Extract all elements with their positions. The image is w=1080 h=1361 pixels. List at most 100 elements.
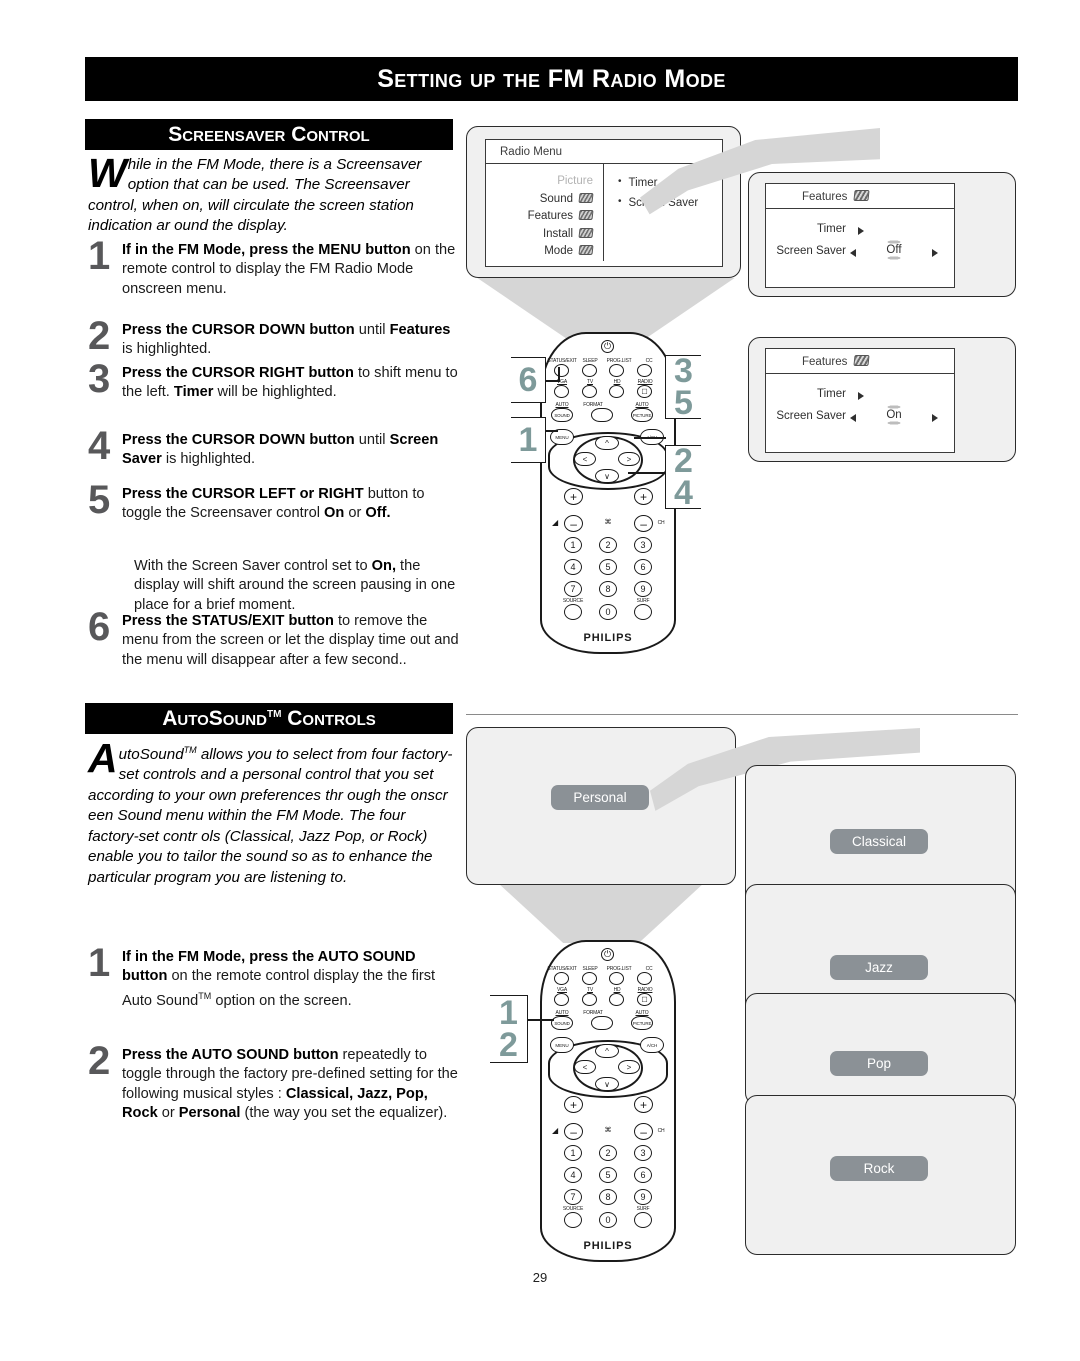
key-9[interactable]: 9 [634,1189,652,1205]
minus-icon: – [570,1124,577,1139]
radio-button[interactable]: ☐ [637,993,652,1006]
menu-button[interactable]: MENU [550,1037,574,1053]
key-0[interactable]: 0 [599,1212,617,1228]
cc-button[interactable] [637,972,652,985]
radio-button[interactable]: ☐ [637,385,652,398]
sleep-button[interactable] [582,972,597,985]
radio-menu-item-install[interactable]: Install [486,226,594,244]
format-button[interactable] [591,408,613,422]
hd-button[interactable] [609,385,624,398]
vga-button[interactable] [554,385,569,398]
features-on-title: Features [766,349,954,374]
key-1[interactable]: 1 [564,537,582,553]
source-button[interactable] [564,1212,582,1228]
key-6[interactable]: 6 [634,1167,652,1183]
callout-number: 1 [499,994,518,1032]
cursor-left-button[interactable]: < [574,1060,596,1074]
cursor-down-button[interactable]: ∨ [595,469,619,483]
power-icon: ⏻ [603,949,612,959]
key-8[interactable]: 8 [599,1189,617,1205]
tv-button[interactable] [582,993,597,1006]
channel-down-button[interactable]: – [634,515,653,532]
mute-button[interactable]: ⌘ [600,1123,616,1137]
auto-sound-button[interactable]: SOUND [551,408,573,422]
auto-sound-button[interactable]: SOUND [551,1016,573,1030]
status-exit-button[interactable] [554,364,569,377]
sleep-button[interactable] [582,364,597,377]
key-4[interactable]: 4 [564,559,582,575]
mute-button[interactable]: ⌘ [600,515,616,529]
cursor-up-button[interactable]: ^ [595,436,619,450]
vga-button[interactable] [554,993,569,1006]
btn-caption-proglist: PROG.LIST [606,966,632,972]
key-6[interactable]: 6 [634,559,652,575]
key-8[interactable]: 8 [599,581,617,597]
hd-button[interactable] [609,993,624,1006]
volume-up-button[interactable]: + [564,1096,583,1113]
key-7[interactable]: 7 [564,1189,582,1205]
key-1[interactable]: 1 [564,1145,582,1161]
volume-down-button[interactable]: – [564,1123,583,1140]
step-text: Press the CURSOR LEFT or RIGHT button to… [122,486,425,522]
chevron-right-icon[interactable] [858,227,864,235]
chevron-left-icon[interactable] [850,414,856,422]
callout-leader [528,1019,554,1021]
page-number: 29 [532,1270,548,1285]
power-button[interactable]: ⏻ [601,340,614,353]
chevron-right-icon[interactable] [858,392,864,400]
section-header-screensaver-label: Screensaver Control [168,122,370,146]
volume-up-button[interactable]: + [564,488,583,505]
channel-up-button[interactable]: + [634,488,653,505]
key-2[interactable]: 2 [599,537,617,553]
section-header-autosound: AutoSoundTM Controls [85,703,453,734]
key-3[interactable]: 3 [634,1145,652,1161]
ach-button[interactable]: A/CH [640,1037,664,1053]
preset-panel-rock: Rock [745,1095,1016,1255]
channel-up-button[interactable]: + [634,1096,653,1113]
surf-button[interactable] [634,1212,652,1228]
chevron-right-icon[interactable] [932,414,938,422]
proglist-button[interactable] [609,972,624,985]
key-4[interactable]: 4 [564,1167,582,1183]
radio-menu-item-mode[interactable]: Mode [486,243,594,261]
key-3[interactable]: 3 [634,537,652,553]
proglist-button[interactable] [609,364,624,377]
radio-menu-item-sound[interactable]: Sound [486,191,594,209]
step-number: 3 [88,357,111,401]
channel-down-button[interactable]: – [634,1123,653,1140]
radio-menu-item-features[interactable]: Features [486,208,594,226]
sound-icon [578,192,594,203]
auto-picture-button[interactable]: PICTURE [631,1016,653,1030]
tv-button[interactable] [582,385,597,398]
cc-button[interactable] [637,364,652,377]
surf-button[interactable] [634,604,652,620]
power-button[interactable]: ⏻ [601,948,614,961]
status-exit-button[interactable] [554,972,569,985]
features-row-timer[interactable]: Timer [766,386,954,408]
source-button[interactable] [564,604,582,620]
key-9[interactable]: 9 [634,581,652,597]
features-row-screensaver[interactable]: Screen Saver On [766,405,954,430]
cursor-right-button[interactable]: > [618,1060,640,1074]
format-button[interactable] [591,1016,613,1030]
cursor-down-button[interactable]: ∨ [595,1077,619,1091]
cursor-up-button[interactable]: ^ [595,1044,619,1058]
cursor-right-button[interactable]: > [618,452,640,466]
callout-funnel-personal [500,885,702,943]
cursor-left-button[interactable]: < [574,452,596,466]
page-title-prefix: Setting up the [377,64,548,93]
volume-icon: ◢ [552,1126,558,1135]
volume-down-button[interactable]: – [564,515,583,532]
chevron-left-icon[interactable] [850,249,856,257]
auto-picture-button[interactable]: PICTURE [631,408,653,422]
chevron-right-icon[interactable] [932,249,938,257]
key-0[interactable]: 0 [599,604,617,620]
features-row-timer[interactable]: Timer [766,221,954,243]
key-5[interactable]: 5 [599,1167,617,1183]
radio-menu-item-picture[interactable]: Picture [486,173,593,191]
features-row-screensaver[interactable]: Screen Saver Off [766,240,954,265]
key-5[interactable]: 5 [599,559,617,575]
key-7[interactable]: 7 [564,581,582,597]
auto-sound-label: SOUND [554,412,570,418]
key-2[interactable]: 2 [599,1145,617,1161]
